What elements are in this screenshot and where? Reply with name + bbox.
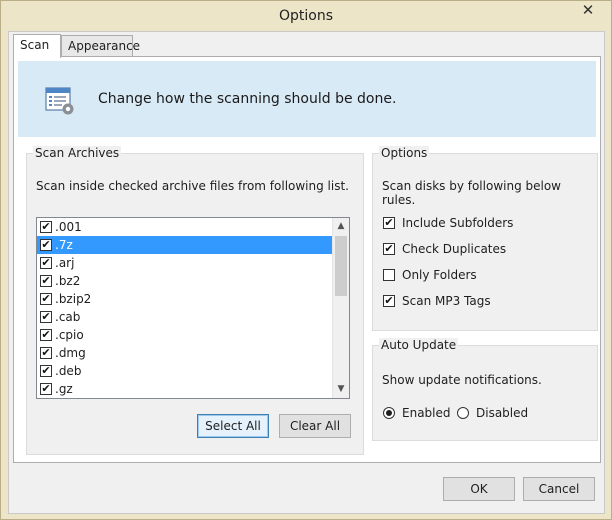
archive-checkbox[interactable]: ✔ [40, 365, 52, 377]
archive-extension-label: .cab [55, 310, 81, 324]
archive-checkbox[interactable]: ✔ [40, 275, 52, 287]
archive-checkbox[interactable]: ✔ [40, 293, 52, 305]
clear-all-button[interactable]: Clear All [279, 414, 351, 438]
list-item[interactable]: ✔ .bzip2 [37, 290, 333, 308]
enabled-radio-label: Enabled [402, 406, 451, 420]
archive-extension-label: .dmg [55, 346, 86, 360]
settings-list-icon [45, 87, 74, 115]
window-title: Options [278, 8, 334, 24]
archive-checkbox[interactable]: ✔ [40, 347, 52, 359]
archive-checkbox[interactable]: ✔ [40, 257, 52, 269]
disabled-radio-label: Disabled [476, 406, 529, 420]
list-item[interactable]: ✔ .cab [37, 308, 333, 326]
scroll-up-arrow-icon[interactable]: ▲ [333, 218, 349, 235]
list-item[interactable]: ✔ .cpio [37, 326, 333, 344]
list-item[interactable]: ✔ .dmg [37, 344, 333, 362]
option-checkbox-item[interactable]: ✔ Check Duplicates [383, 241, 506, 257]
tab-scan[interactable]: Scan [13, 34, 61, 58]
archive-extension-label: .bzip2 [55, 292, 92, 306]
option-checkbox-item[interactable]: Only Folders [383, 267, 477, 283]
disabled-radio-circle[interactable] [457, 407, 469, 419]
options-group: Options Scan disks by following below ru… [372, 146, 598, 331]
scan-archives-title: Scan Archives [33, 146, 122, 160]
scan-archives-description: Scan inside checked archive files from f… [36, 179, 349, 193]
option-checkbox[interactable]: ✔ [383, 243, 395, 255]
cancel-button[interactable]: Cancel [523, 477, 595, 501]
archive-checkbox[interactable]: ✔ [40, 239, 52, 251]
archive-extension-label: .deb [55, 364, 82, 378]
close-icon[interactable]: ✕ [565, 1, 611, 21]
list-item[interactable]: ✔ .gz [37, 380, 333, 398]
dialog-client-area: Scan Appearance Change how the scanning … [8, 31, 605, 514]
scan-archives-group: Scan Archives Scan inside checked archiv… [26, 146, 364, 455]
banner-text: Change how the scanning should be done. [98, 91, 397, 107]
option-checkbox-item[interactable]: ✔ Include Subfolders [383, 215, 513, 231]
scrollbar-thumb[interactable] [335, 236, 347, 296]
archive-checkbox[interactable]: ✔ [40, 221, 52, 233]
options-description: Scan disks by following below rules. [382, 179, 561, 207]
auto-update-title: Auto Update [379, 338, 459, 352]
option-checkbox-label: Include Subfolders [402, 216, 514, 230]
archive-extension-label: .arj [55, 256, 75, 270]
disabled-radio[interactable]: Disabled [457, 405, 528, 421]
option-checkbox[interactable] [383, 269, 395, 281]
list-item[interactable]: ✔ .deb [37, 362, 333, 380]
tab-appearance[interactable]: Appearance [61, 35, 140, 57]
archive-extension-list[interactable]: ✔ .001 ✔ .7z ✔ .arj ✔ .bz2 ✔ .bzip2 ✔ .cab ✔ .cpio ✔ .d… [36, 217, 350, 399]
options-title: Options [379, 146, 430, 160]
option-checkbox[interactable]: ✔ [383, 217, 395, 229]
list-item[interactable]: ✔ .arj [37, 254, 333, 272]
select-all-button[interactable]: Select All [197, 414, 269, 438]
option-checkbox-label: Check Duplicates [402, 242, 507, 256]
auto-update-description: Show update notifications. [382, 373, 542, 387]
archive-extension-label: .001 [55, 220, 82, 234]
option-checkbox-item[interactable]: ✔ Scan MP3 Tags [383, 293, 491, 309]
scan-tab-panel: Change how the scanning should be done. … [13, 56, 601, 463]
archive-extension-label: .cpio [55, 328, 84, 342]
archive-checkbox[interactable]: ✔ [40, 311, 52, 323]
archive-extension-label: .7z [55, 238, 73, 252]
archive-extension-label: .bz2 [55, 274, 81, 288]
list-item[interactable]: ✔ .7z [37, 236, 333, 254]
options-window: Options ✕ Scan Appearance Change how the… [0, 0, 612, 520]
list-item[interactable]: ✔ .bz2 [37, 272, 333, 290]
archive-checkbox[interactable]: ✔ [40, 383, 52, 395]
auto-update-group: Auto Update Show update notifications. E… [372, 338, 598, 441]
archive-checkbox[interactable]: ✔ [40, 329, 52, 341]
enabled-radio[interactable]: Enabled [383, 405, 451, 421]
option-checkbox[interactable]: ✔ [383, 295, 395, 307]
option-checkbox-label: Only Folders [402, 268, 477, 282]
scroll-down-arrow-icon[interactable]: ▼ [333, 381, 349, 398]
header-banner: Change how the scanning should be done. [18, 61, 596, 137]
list-item[interactable]: ✔ .001 [37, 218, 333, 236]
ok-button[interactable]: OK [443, 477, 515, 501]
option-checkbox-label: Scan MP3 Tags [402, 294, 491, 308]
enabled-radio-circle[interactable] [383, 407, 395, 419]
archive-extension-label: .gz [55, 382, 73, 396]
list-scrollbar[interactable]: ▲ ▼ [332, 218, 349, 398]
